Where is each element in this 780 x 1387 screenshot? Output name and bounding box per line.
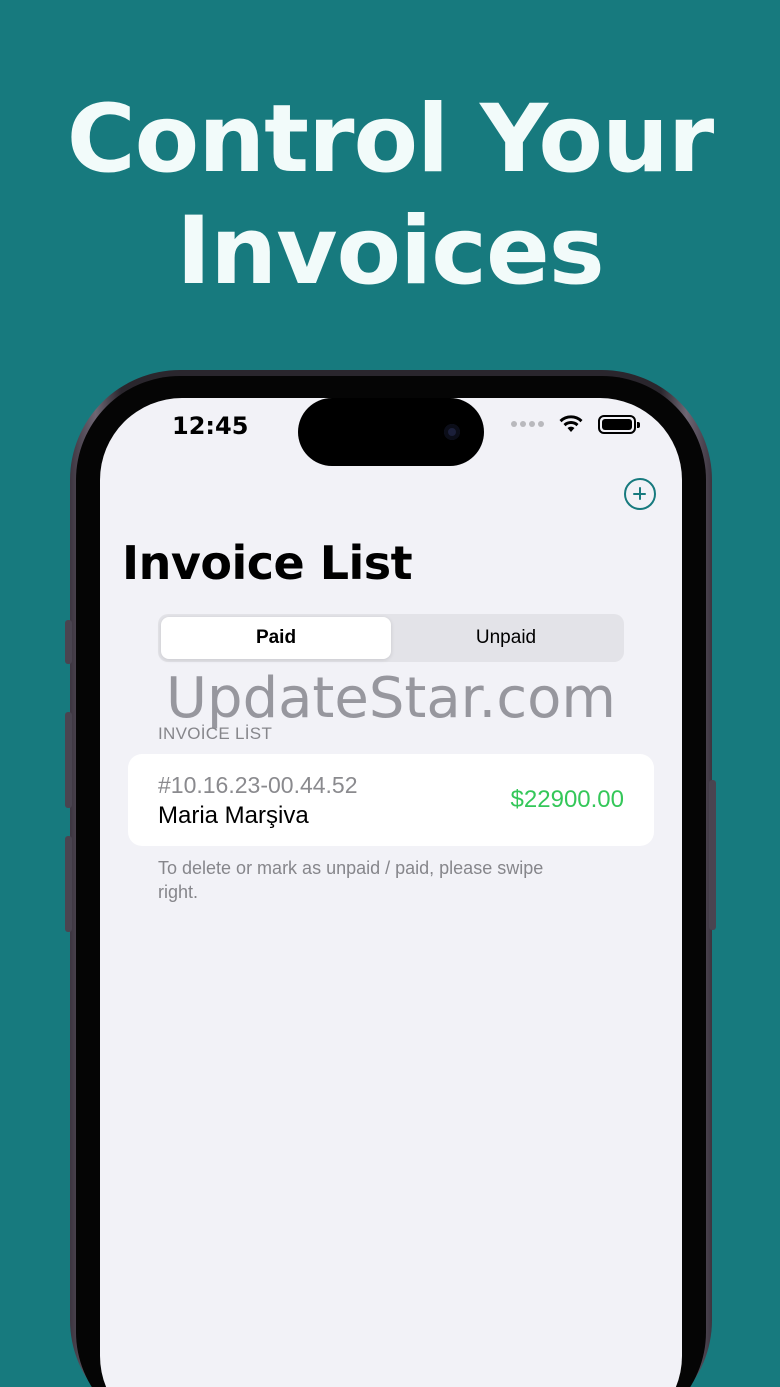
segment-unpaid[interactable]: Unpaid bbox=[391, 617, 621, 659]
wifi-icon bbox=[559, 415, 583, 432]
watermark: UpdateStar.com bbox=[166, 666, 616, 731]
add-invoice-button[interactable] bbox=[624, 478, 656, 510]
promo-headline: Control Your Invoices bbox=[0, 84, 780, 308]
battery-icon bbox=[598, 414, 640, 434]
invoice-row[interactable]: #10.16.23-00.44.52 Maria Marşiva $22900.… bbox=[128, 754, 654, 846]
invoice-amount: $22900.00 bbox=[510, 786, 624, 813]
phone-volume-up bbox=[65, 712, 72, 808]
section-header: INVOİCE LİST bbox=[158, 724, 273, 743]
status-time: 12:45 bbox=[172, 412, 249, 440]
headline-line-1: Control Your bbox=[66, 85, 715, 194]
phone-power-button bbox=[709, 780, 716, 930]
segment-paid[interactable]: Paid bbox=[161, 617, 391, 659]
swipe-hint: To delete or mark as unpaid / paid, plea… bbox=[158, 858, 544, 902]
phone-screen: 12:45 Invoice List Paid Unpaid UpdateSta… bbox=[100, 398, 682, 1387]
page-title: Invoice List bbox=[122, 536, 413, 590]
phone-silent-switch bbox=[65, 620, 72, 664]
headline-line-2: Invoices bbox=[176, 197, 604, 306]
status-icons bbox=[511, 414, 640, 434]
camera-icon bbox=[444, 424, 460, 440]
paid-unpaid-segmented-control[interactable]: Paid Unpaid bbox=[158, 614, 624, 662]
cellular-signal-icon bbox=[511, 421, 544, 427]
phone-volume-down bbox=[65, 836, 72, 932]
invoice-customer-name: Maria Marşiva bbox=[158, 802, 309, 829]
invoice-number: #10.16.23-00.44.52 bbox=[158, 772, 358, 798]
dynamic-island bbox=[298, 398, 484, 466]
